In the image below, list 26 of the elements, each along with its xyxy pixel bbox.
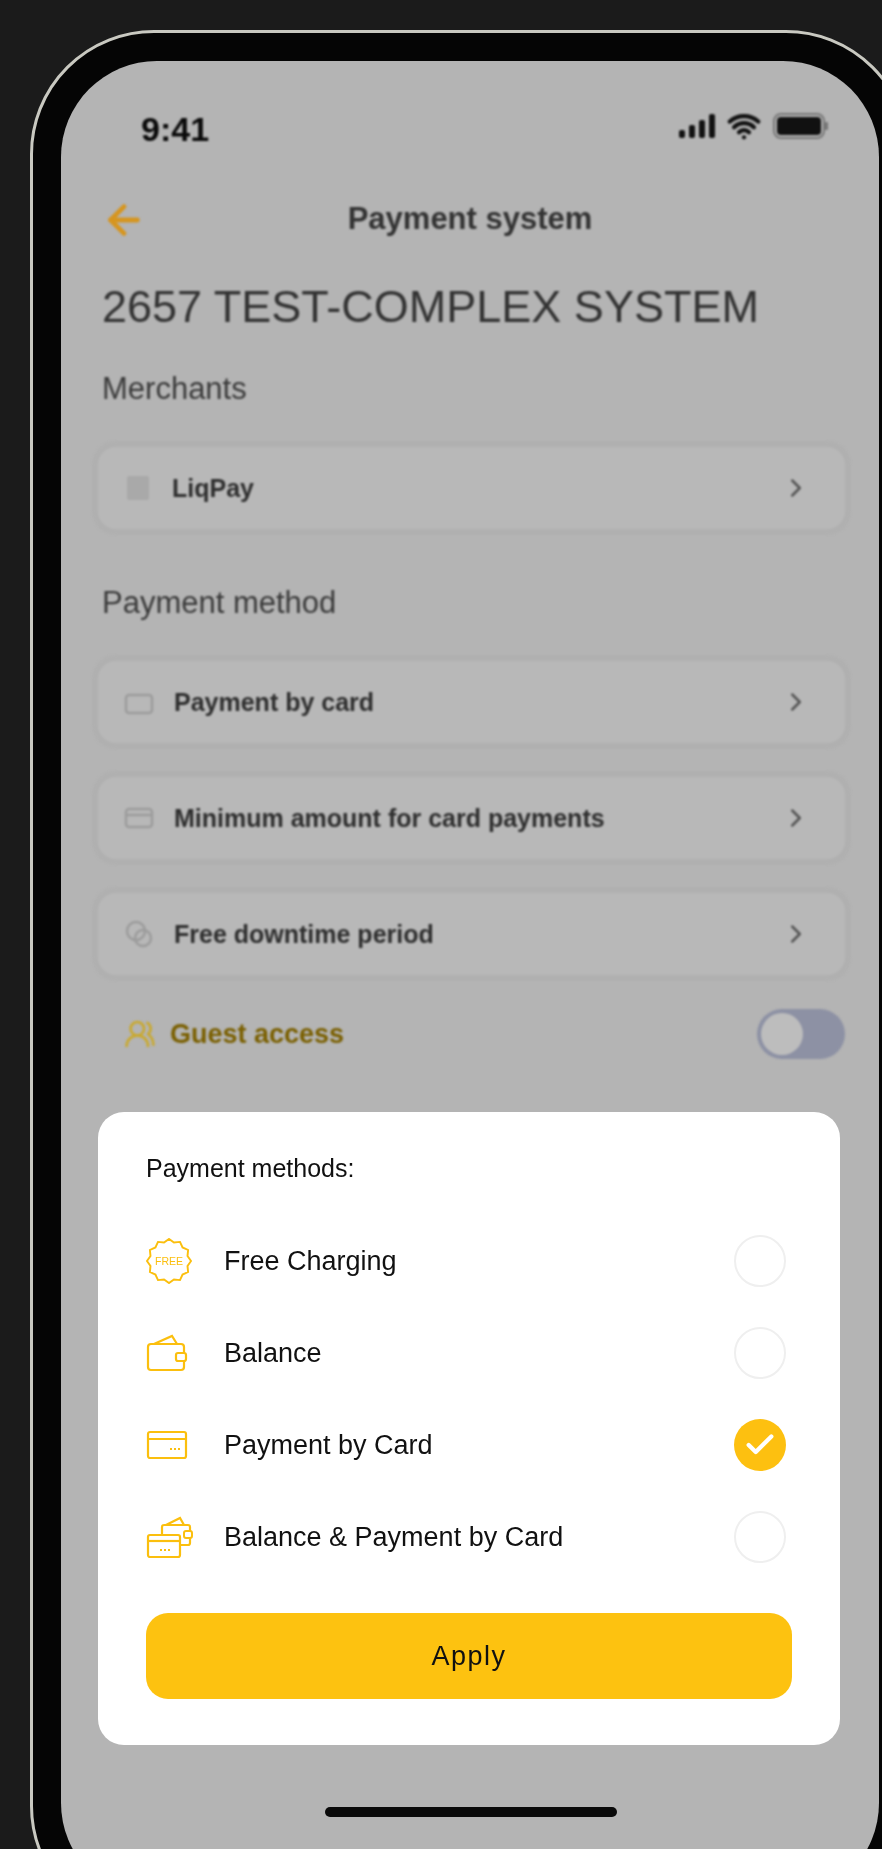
merchant-label: LiqPay: [172, 473, 255, 503]
screen-title: Payment system: [347, 201, 593, 237]
signal-icon: [679, 114, 715, 138]
setting-label: Payment by card: [174, 687, 376, 717]
option-label: Payment by Card: [224, 1429, 434, 1461]
option-label: Balance & Payment by Card: [224, 1521, 565, 1553]
section-title: Merchants: [102, 371, 248, 407]
status-time: 9:41: [141, 110, 210, 149]
option-label: Balance: [224, 1337, 323, 1369]
option-label: Free Charging: [224, 1245, 398, 1277]
battery-icon: [773, 113, 829, 139]
apply-button[interactable]: Apply: [146, 1613, 792, 1699]
option-radio[interactable]: [734, 1419, 786, 1471]
card-icon: [146, 1430, 188, 1460]
setting-label: Free downtime period: [174, 919, 435, 949]
dialog-title: Payment methods:: [146, 1154, 356, 1183]
badge-icon: FREE: [146, 1238, 192, 1284]
card-icon: [124, 807, 154, 829]
guest-access-label: Guest access: [170, 1018, 346, 1050]
users-icon: [124, 1018, 156, 1050]
section-title: Payment method: [102, 585, 338, 621]
guest-access-toggle[interactable]: [757, 1009, 845, 1059]
wallet-and-card-icon: [146, 1515, 194, 1559]
setting-label: Minimum amount for card payments: [174, 803, 606, 833]
system-heading: 2657 TEST-COMPLEX SYSTEM: [102, 281, 760, 333]
coins-icon: [124, 919, 154, 949]
